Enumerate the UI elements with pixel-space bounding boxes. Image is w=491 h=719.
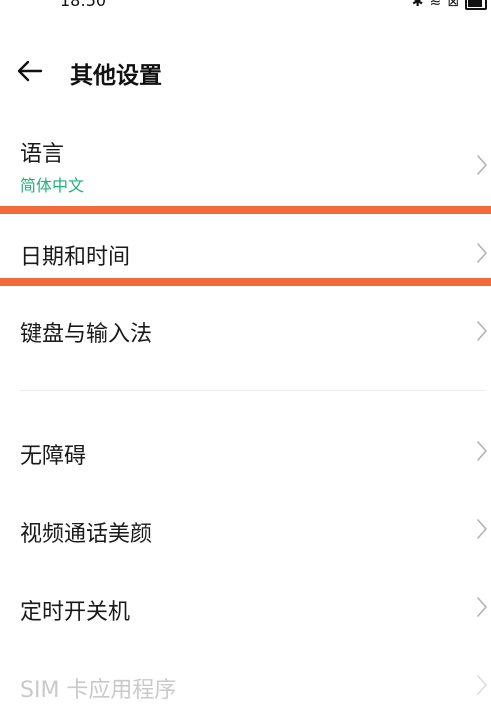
settings-item-sim-toolkit: SIM 卡应用程序 xyxy=(0,646,491,718)
battery-icon xyxy=(465,0,487,10)
section-divider xyxy=(20,390,486,391)
wifi-icon: ≋ xyxy=(429,0,442,10)
highlight-bottom-line xyxy=(0,278,491,286)
settings-item-label: 键盘与输入法 xyxy=(20,322,153,347)
settings-item-label: 语言 xyxy=(20,142,65,167)
settings-item-accessibility[interactable]: 无障碍 xyxy=(0,412,491,484)
settings-item-video-call-beauty[interactable]: 视频通话美颜 xyxy=(0,490,491,562)
chevron-right-icon xyxy=(477,321,487,341)
settings-item-label: 无障碍 xyxy=(20,444,87,469)
settings-item-label: 日期和时间 xyxy=(20,245,131,270)
back-arrow-icon[interactable] xyxy=(16,57,44,85)
chevron-right-icon xyxy=(477,243,487,263)
sim-icon: ⊠ xyxy=(447,0,459,10)
header: 其他设置 xyxy=(0,48,491,94)
status-icons: ✱ ≋ ⊠ xyxy=(412,0,487,10)
page-title: 其他设置 xyxy=(70,63,162,89)
chevron-right-icon xyxy=(477,597,487,617)
settings-item-scheduled-power[interactable]: 定时开关机 xyxy=(0,568,491,640)
chevron-right-icon xyxy=(477,675,487,695)
settings-item-date-time[interactable]: 日期和时间 xyxy=(0,214,491,278)
settings-item-label: 视频通话美颜 xyxy=(20,522,153,547)
settings-item-label: 定时开关机 xyxy=(20,600,131,625)
settings-item-keyboard-input[interactable]: 键盘与输入法 xyxy=(0,296,491,368)
status-bar: 18:50 ✱ ≋ ⊠ xyxy=(0,0,491,14)
chevron-right-icon xyxy=(477,441,487,461)
language-value: 简体中文 xyxy=(20,176,85,195)
chevron-right-icon xyxy=(477,155,487,175)
bluetooth-icon: ✱ xyxy=(411,0,424,10)
highlight-top-line xyxy=(0,206,491,214)
chevron-right-icon xyxy=(477,519,487,539)
settings-item-label: SIM 卡应用程序 xyxy=(20,678,177,703)
settings-item-language[interactable]: 语言 简体中文 xyxy=(0,132,491,204)
status-time: 18:50 xyxy=(60,0,107,10)
